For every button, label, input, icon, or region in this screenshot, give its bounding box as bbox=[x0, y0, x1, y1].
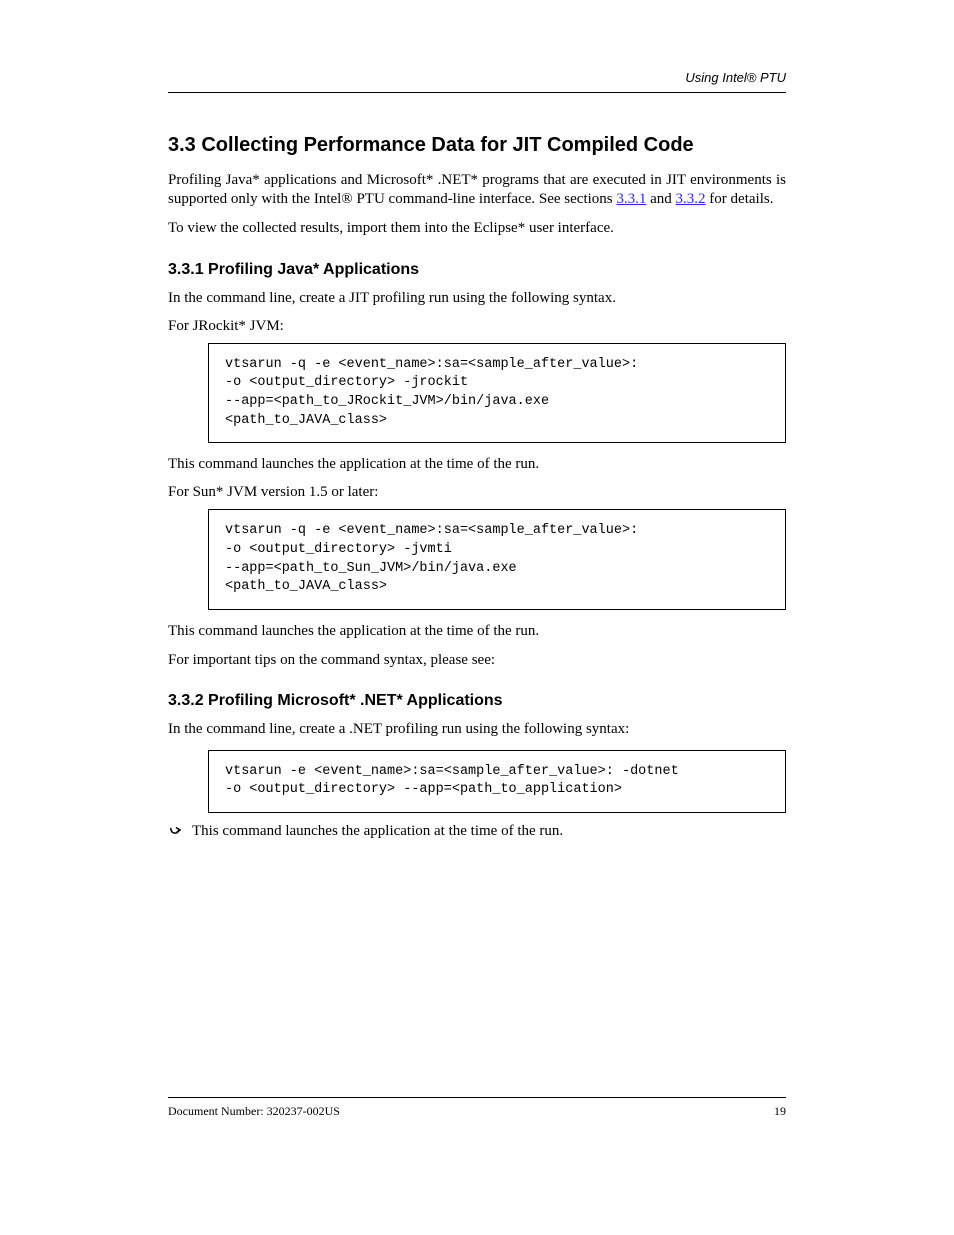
under-box2-line1: This command launches the application at… bbox=[168, 622, 786, 641]
footer-doc-number: Document Number: 320237-002US bbox=[168, 1104, 340, 1119]
code-line: <path_to_JAVA_class> bbox=[225, 413, 387, 428]
section-paragraph-1: Profiling Java* applications and Microso… bbox=[168, 171, 786, 209]
code-line: -o <output_directory> --app=<path_to_app… bbox=[225, 782, 622, 797]
page-content: 3.3 Collecting Performance Data for JIT … bbox=[168, 116, 786, 840]
java-intro: In the command line, create a JIT profil… bbox=[168, 289, 786, 308]
dotnet-intro: In the command line, create a .NET profi… bbox=[168, 720, 786, 739]
header-section-title: Using Intel® PTU bbox=[685, 70, 786, 85]
code-line: -o <output_directory> -jrockit bbox=[225, 375, 468, 390]
code-line: vtsarun -q -e <event_name>:sa=<sample_af… bbox=[225, 523, 638, 538]
link-3-3-2[interactable]: 3.3.2 bbox=[676, 191, 706, 207]
code-line: --app=<path_to_JRockit_JVM>/bin/java.exe bbox=[225, 394, 549, 409]
code-line: vtsarun -e <event_name>:sa=<sample_after… bbox=[225, 764, 679, 779]
subsection-heading-dotnet: 3.3.2 Profiling Microsoft* .NET* Applica… bbox=[168, 692, 786, 710]
para1-part2: for details. bbox=[706, 191, 774, 207]
code-label-sun: For Sun* JVM version 1.5 or later: bbox=[168, 484, 786, 501]
footer-page-number: 19 bbox=[774, 1104, 786, 1119]
note-text: This command launches the application at… bbox=[192, 823, 563, 840]
code-box-dotnet: vtsarun -e <event_name>:sa=<sample_after… bbox=[208, 750, 786, 813]
code-label-jrockit: For JRockit* JVM: bbox=[168, 318, 786, 335]
code-box-sun: vtsarun -q -e <event_name>:sa=<sample_af… bbox=[208, 509, 786, 610]
note-row: This command launches the application at… bbox=[168, 823, 786, 840]
code-line: vtsarun -q -e <event_name>:sa=<sample_af… bbox=[225, 357, 638, 372]
under-box2-line2: For important tips on the command syntax… bbox=[168, 651, 786, 670]
section-heading: 3.3 Collecting Performance Data for JIT … bbox=[168, 134, 786, 157]
code-line: <path_to_JAVA_class> bbox=[225, 579, 387, 594]
para1-mid: and bbox=[646, 191, 675, 207]
between-boxes-text: This command launches the application at… bbox=[168, 455, 786, 474]
subsection-heading-java: 3.3.1 Profiling Java* Applications bbox=[168, 261, 786, 279]
link-3-3-1[interactable]: 3.3.1 bbox=[616, 191, 646, 207]
code-box-jrockit: vtsarun -q -e <event_name>:sa=<sample_af… bbox=[208, 343, 786, 444]
footer-rule bbox=[168, 1097, 786, 1098]
code-line: --app=<path_to_Sun_JVM>/bin/java.exe bbox=[225, 561, 517, 576]
code-line: -o <output_directory> -jvmti bbox=[225, 542, 452, 557]
header-rule bbox=[168, 92, 786, 93]
note-arrow-icon bbox=[168, 825, 182, 839]
section-paragraph-2: To view the collected results, import th… bbox=[168, 219, 786, 238]
